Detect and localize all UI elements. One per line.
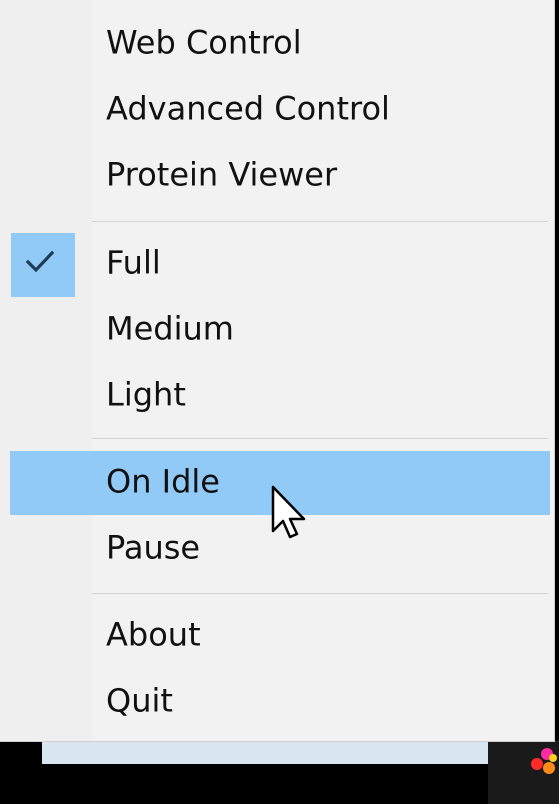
menu-separator (92, 221, 548, 222)
menu-item-label: Full (106, 243, 161, 282)
menu-item-label: About (106, 615, 201, 654)
menu-item-full[interactable]: Full (10, 232, 550, 297)
menu-item-light[interactable]: Light (10, 364, 550, 428)
menu-separator (92, 593, 548, 594)
mouse-pointer-icon (271, 485, 306, 539)
menu-item-label: Web Control (106, 23, 302, 62)
taskbar-strip (42, 740, 489, 764)
menu-item-label: Pause (106, 528, 201, 567)
menu-item-label: Protein Viewer (106, 155, 338, 194)
menu-separator (92, 438, 548, 439)
menu-item-label: Quit (106, 681, 173, 720)
menu-item-protein-viewer[interactable]: Protein Viewer (10, 144, 550, 208)
menu-item-about[interactable]: About (10, 604, 550, 668)
menu-item-medium[interactable]: Medium (10, 298, 550, 362)
menu-item-advanced-control[interactable]: Advanced Control (10, 78, 550, 142)
menu-item-quit[interactable]: Quit (10, 670, 550, 734)
context-menu: Web Control Advanced Control Protein Vie… (0, 0, 555, 742)
menu-item-web-control[interactable]: Web Control (10, 12, 550, 76)
menu-item-label: On Idle (106, 462, 220, 501)
folding-at-home-tray-icon[interactable] (527, 744, 557, 776)
menu-item-label: Light (106, 375, 186, 414)
menu-item-label: Advanced Control (106, 89, 390, 128)
checkmark-icon (11, 233, 75, 297)
menu-item-label: Medium (106, 309, 234, 348)
